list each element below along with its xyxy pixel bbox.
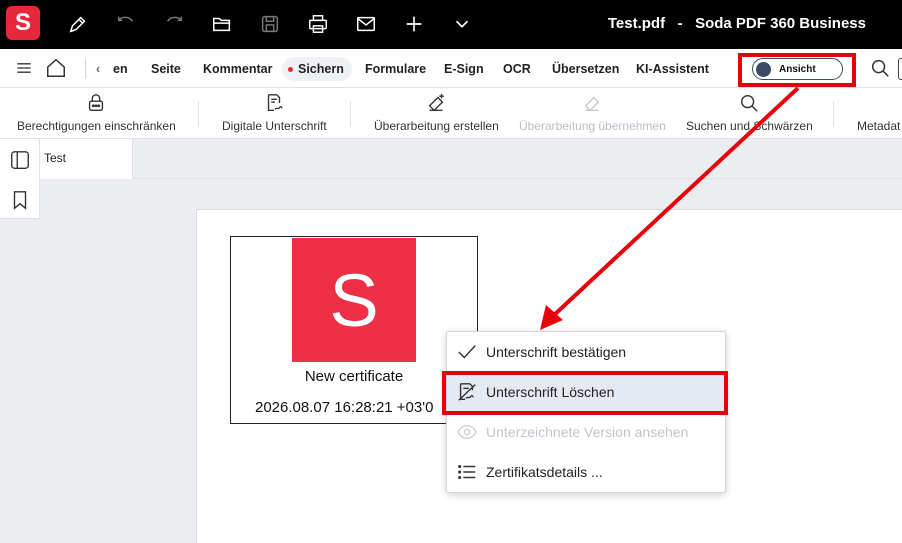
- tab-kommentar[interactable]: Kommentar: [203, 57, 272, 81]
- eraser-plus-icon: [428, 93, 445, 112]
- divider: [198, 101, 199, 127]
- menu-item-label: Zertifikatsdetails ...: [486, 464, 603, 480]
- search-redact-button[interactable]: Suchen und Schwärzen: [686, 92, 813, 133]
- search-icon: [741, 94, 759, 112]
- create-redaction-label: Überarbeitung erstellen: [374, 119, 499, 133]
- metadata-button[interactable]: Metadat: [857, 92, 900, 133]
- signature-date: 2026.08.07 16:28:21 +03'0: [255, 399, 434, 416]
- metadata-label: Metadat: [857, 119, 901, 133]
- title-bar: S Test.pdf - Soda PDF 360 Business: [0, 0, 902, 49]
- tab-partial[interactable]: en: [113, 57, 128, 81]
- digital-signature-label: Digitale Unterschrift: [222, 119, 327, 133]
- tab-seite[interactable]: Seite: [151, 57, 181, 81]
- checkmark-icon: [458, 345, 476, 359]
- thumbnails-panel-icon[interactable]: [9, 149, 31, 171]
- bookmark-icon[interactable]: [9, 189, 31, 211]
- divider: [350, 101, 351, 127]
- signature-logo: S: [292, 238, 416, 362]
- app-logo[interactable]: S: [6, 6, 40, 40]
- home-icon[interactable]: [45, 57, 67, 79]
- open-folder-icon[interactable]: [210, 12, 234, 36]
- ribbon-toolbar: Berechtigungen einschränken Digitale Unt…: [0, 88, 902, 139]
- panel-toggle-icon[interactable]: [898, 58, 902, 80]
- eye-icon: [457, 424, 477, 440]
- eraser-check-icon: [584, 96, 600, 112]
- tab-ki-assistent[interactable]: KI-Assistent: [636, 57, 709, 81]
- search-redact-label: Suchen und Schwärzen: [686, 119, 813, 133]
- menu-item-label: Unterzeichnete Version ansehen: [486, 424, 689, 440]
- redo-icon[interactable]: [162, 12, 186, 36]
- signature-field[interactable]: S New certificate 2026.08.07 16:28:21 +0…: [230, 236, 478, 424]
- undo-icon[interactable]: [114, 12, 138, 36]
- tab-strip-line: [133, 178, 902, 179]
- document-tab[interactable]: Test: [40, 139, 133, 179]
- tab-e-sign[interactable]: E-Sign: [444, 57, 484, 81]
- hamburger-menu-icon[interactable]: [13, 57, 35, 79]
- list-icon: [458, 464, 476, 480]
- save-icon[interactable]: [258, 12, 282, 36]
- tab-uebersetzen[interactable]: Übersetzen: [552, 57, 619, 81]
- restrict-permissions-label: Berechtigungen einschränken: [17, 119, 176, 133]
- signature-name: New certificate: [304, 368, 404, 385]
- plus-icon[interactable]: [402, 12, 426, 36]
- menu-item-certificate-details[interactable]: Zertifikatsdetails ...: [447, 453, 725, 491]
- window-title: Test.pdf - Soda PDF 360 Business: [607, 15, 866, 32]
- search-icon[interactable]: [869, 57, 891, 79]
- apply-redaction-button[interactable]: Überarbeitung übernehmen: [519, 92, 666, 133]
- pen-icon[interactable]: [66, 12, 90, 36]
- mail-icon[interactable]: [354, 12, 378, 36]
- tab-ocr[interactable]: OCR: [503, 57, 531, 81]
- menu-item-label: Unterschrift bestätigen: [486, 344, 627, 360]
- signature-icon: [268, 94, 284, 112]
- tab-formulare[interactable]: Formulare: [365, 57, 426, 81]
- divider: [85, 59, 86, 79]
- restrict-permissions-button[interactable]: Berechtigungen einschränken: [17, 92, 176, 133]
- digital-signature-button[interactable]: Digitale Unterschrift: [222, 92, 327, 133]
- annotation-box-menu-item: [442, 371, 728, 415]
- side-panel: [0, 139, 40, 219]
- menu-item-view-signed-version[interactable]: Unterzeichnete Version ansehen: [447, 413, 725, 451]
- create-redaction-button[interactable]: Überarbeitung erstellen: [374, 92, 499, 133]
- active-dot: [288, 66, 293, 72]
- lock-icon: [89, 94, 104, 112]
- annotation-box-toggle: [738, 53, 856, 87]
- print-icon[interactable]: [306, 12, 330, 36]
- chevron-down-icon[interactable]: [450, 12, 474, 36]
- divider: [833, 101, 834, 127]
- tab-sichern[interactable]: Sichern: [282, 57, 352, 81]
- menu-item-verify-signature[interactable]: Unterschrift bestätigen: [447, 333, 725, 371]
- apply-redaction-label: Überarbeitung übernehmen: [519, 119, 666, 133]
- scroll-left-chevron-icon[interactable]: ‹: [96, 57, 100, 81]
- tab-sichern-label: Sichern: [298, 62, 344, 76]
